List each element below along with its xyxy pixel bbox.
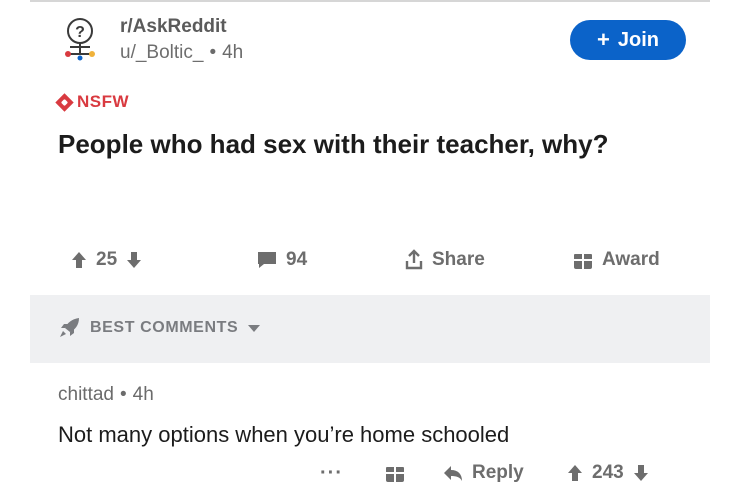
award-label: Award bbox=[602, 249, 660, 270]
post-author[interactable]: u/_Boltic_ bbox=[120, 42, 203, 63]
rocket-icon bbox=[60, 318, 79, 337]
share-icon bbox=[405, 249, 423, 270]
post-meta: u/_Boltic_ • 4h bbox=[120, 42, 243, 64]
nsfw-label: NSFW bbox=[77, 92, 130, 111]
vote-group: 25 bbox=[70, 246, 143, 274]
chevron-down-icon bbox=[248, 324, 261, 332]
comment-meta: chittad • 4h bbox=[58, 384, 154, 406]
comment-vote-group: 243 bbox=[566, 462, 650, 484]
post-actions: 25 94 Share Award bbox=[58, 246, 698, 276]
meta-separator: • bbox=[209, 42, 217, 63]
reply-button[interactable]: Reply bbox=[442, 462, 524, 484]
nsfw-badge: NSFW bbox=[55, 92, 130, 112]
gift-icon bbox=[574, 254, 592, 269]
reply-label: Reply bbox=[472, 462, 524, 483]
svg-text:?: ? bbox=[75, 24, 85, 41]
post-age: 4h bbox=[222, 42, 244, 63]
comment-body: Not many options when you’re home school… bbox=[58, 422, 510, 447]
more-options-icon[interactable]: ··· bbox=[320, 462, 343, 485]
upvote-count: 25 bbox=[96, 249, 118, 270]
comment-score: 243 bbox=[592, 462, 624, 483]
sort-dropdown[interactable]: BEST COMMENTS bbox=[58, 317, 261, 339]
nsfw-icon bbox=[55, 92, 74, 112]
comment-downvote-icon[interactable] bbox=[632, 463, 650, 483]
comment-age: 4h bbox=[132, 384, 154, 405]
comment-actions: ··· Reply 243 bbox=[320, 460, 700, 490]
top-divider bbox=[30, 0, 710, 2]
share-label: Share bbox=[432, 249, 485, 270]
post-title[interactable]: People who had sex with their teacher, w… bbox=[58, 128, 698, 161]
comment-author[interactable]: chittad bbox=[58, 384, 114, 405]
plus-icon: + bbox=[597, 27, 610, 52]
comment-upvote-icon[interactable] bbox=[566, 463, 584, 483]
award-icon[interactable] bbox=[384, 462, 406, 484]
askreddit-icon[interactable]: ? bbox=[56, 14, 104, 62]
sort-label: BEST COMMENTS bbox=[90, 319, 239, 336]
comments-button[interactable]: 94 bbox=[256, 246, 307, 274]
subreddit-name[interactable]: r/AskReddit bbox=[120, 16, 227, 38]
comment-icon bbox=[258, 252, 276, 268]
sort-bar: BEST COMMENTS bbox=[30, 295, 710, 363]
share-button[interactable]: Share bbox=[404, 246, 485, 274]
award-button[interactable]: Award bbox=[572, 246, 660, 274]
downvote-icon[interactable] bbox=[125, 250, 143, 270]
comment-count: 94 bbox=[286, 249, 308, 270]
reply-icon bbox=[444, 466, 462, 481]
upvote-icon[interactable] bbox=[70, 250, 88, 270]
join-label: Join bbox=[617, 28, 659, 51]
join-button[interactable]: + Join bbox=[570, 20, 686, 60]
comment-separator: • bbox=[119, 384, 127, 405]
